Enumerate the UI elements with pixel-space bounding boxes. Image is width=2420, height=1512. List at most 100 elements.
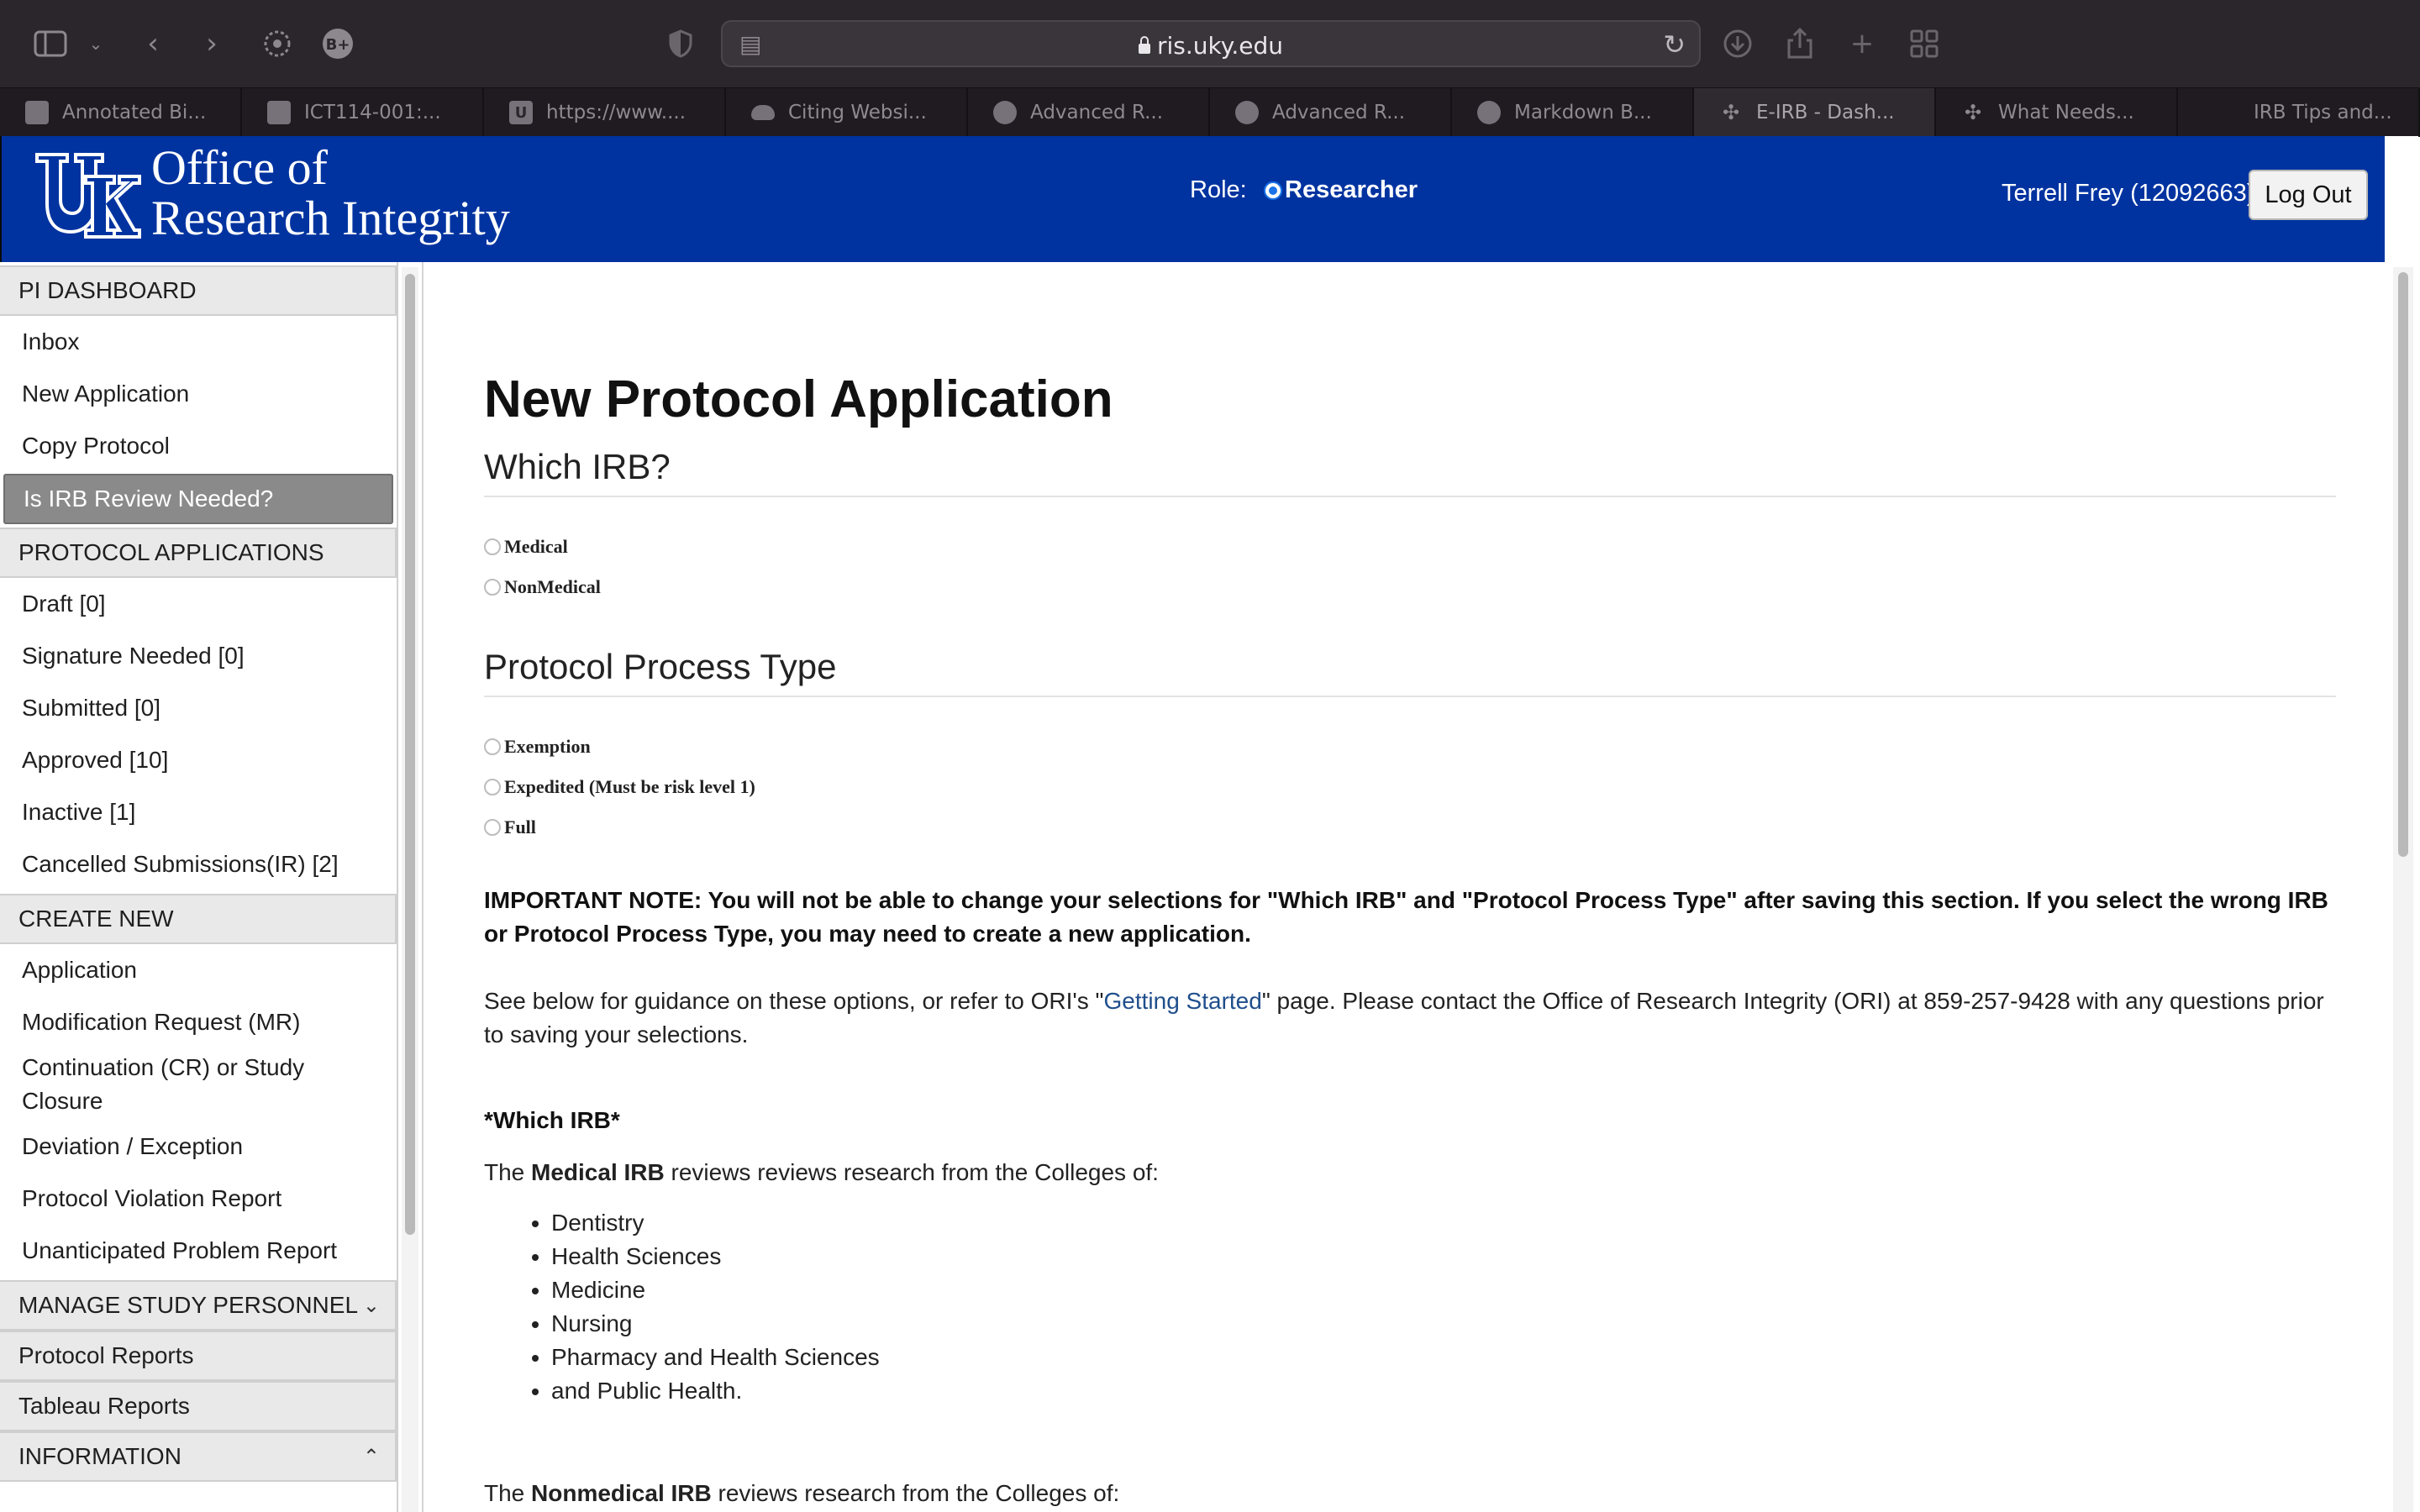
sidebar-item-deviation-exception[interactable]: Deviation / Exception bbox=[0, 1121, 397, 1173]
radio-medical[interactable] bbox=[484, 538, 501, 555]
tab-advanced-r-2[interactable]: Advanced R... bbox=[1210, 88, 1452, 137]
sidebar-item-protocol-reports[interactable]: Protocol Reports bbox=[0, 1331, 397, 1381]
medical-colleges-list: Dentistry Health Sciences Medicine Nursi… bbox=[551, 1206, 880, 1408]
radio-expedited[interactable] bbox=[484, 779, 501, 795]
process-type-heading: Protocol Process Type bbox=[484, 647, 837, 686]
which-irb-subheading: *Which IRB* bbox=[484, 1107, 620, 1133]
sidebar-scrollbar-thumb[interactable] bbox=[405, 274, 415, 1235]
sidebar-item-inbox[interactable]: Inbox bbox=[0, 316, 397, 368]
org-name-line2: Research Integrity bbox=[151, 191, 510, 245]
process-option-expedited[interactable]: Expedited (Must be risk level 1) bbox=[484, 776, 755, 798]
role-value[interactable]: Researcher bbox=[1285, 176, 1418, 204]
list-item: Dentistry bbox=[551, 1206, 880, 1240]
org-name-line1: Office of bbox=[151, 140, 328, 195]
bplus-extension-icon[interactable]: B+ bbox=[319, 25, 356, 62]
share-icon[interactable] bbox=[1781, 25, 1818, 62]
browser-toolbar: ⌄ ‹ › B+ ▤ ris.uky.edu ↻ + bbox=[0, 0, 2420, 87]
tab-citing-websites[interactable]: Citing Websi... bbox=[726, 88, 968, 137]
tab-what-needs[interactable]: ✣ What Needs... bbox=[1936, 88, 2178, 137]
user-name: Terrell Frey (12092663) bbox=[2002, 180, 2255, 207]
sidebar-section-pi-dashboard[interactable]: PI DASHBOARD bbox=[0, 265, 397, 316]
sidebar-item-unanticipated-problem-report[interactable]: Unanticipated Problem Report bbox=[0, 1225, 397, 1277]
main-scrollbar-thumb[interactable] bbox=[2398, 272, 2408, 857]
sidebar-item-approved[interactable]: Approved [10] bbox=[0, 734, 397, 786]
logout-button[interactable]: Log Out bbox=[2249, 170, 2368, 220]
org-name[interactable]: Office of Research Integrity bbox=[151, 143, 510, 244]
list-item: Nursing bbox=[551, 1307, 880, 1341]
irb-option-nonmedical[interactable]: NonMedical bbox=[484, 576, 601, 598]
role-radio-researcher[interactable] bbox=[1264, 181, 1282, 200]
site-header: Office of Research Integrity Role: Resea… bbox=[0, 136, 2385, 262]
tab-irb-tips[interactable]: IRB Tips and... bbox=[2178, 88, 2420, 137]
sidebar-section-create-new[interactable]: CREATE NEW bbox=[0, 894, 397, 944]
sidebar-item-tableau-reports[interactable]: Tableau Reports bbox=[0, 1381, 397, 1431]
nonmedical-irb-intro: The Nonmedical IRB reviews research from… bbox=[484, 1480, 1120, 1506]
process-option-full[interactable]: Full bbox=[484, 816, 536, 838]
divider bbox=[484, 696, 2336, 697]
tab-advanced-r-1[interactable]: Advanced R... bbox=[968, 88, 1210, 137]
sidebar-item-continuation[interactable]: Continuation (CR) or Study Closure bbox=[0, 1048, 336, 1121]
sidebar-item-copy-protocol[interactable]: Copy Protocol bbox=[0, 420, 397, 472]
cloud-favicon-icon bbox=[751, 105, 775, 120]
globe-favicon-icon bbox=[1477, 101, 1501, 124]
sidebar-item-is-irb-review-needed[interactable]: Is IRB Review Needed? bbox=[3, 474, 393, 524]
sidebar-item-protocol-violation-report[interactable]: Protocol Violation Report bbox=[0, 1173, 397, 1225]
sidebar-item-inactive[interactable]: Inactive [1] bbox=[0, 786, 397, 838]
sidebar-item-new-application[interactable]: New Application bbox=[0, 368, 397, 420]
site-favicon-icon bbox=[25, 101, 49, 124]
sidebar-item-submitted[interactable]: Submitted [0] bbox=[0, 682, 397, 734]
sidebar-item-application[interactable]: Application bbox=[0, 944, 397, 996]
uk-favicon-icon: ✣ bbox=[1964, 101, 1982, 124]
sidebar-item-modification-request[interactable]: Modification Request (MR) bbox=[0, 996, 397, 1048]
irb-option-medical[interactable]: Medical bbox=[484, 536, 568, 558]
list-item: Medicine bbox=[551, 1273, 880, 1307]
reload-icon[interactable]: ↻ bbox=[1663, 29, 1686, 60]
sidebar-item-cancelled-submissions[interactable]: Cancelled Submissions(IR) [2] bbox=[0, 838, 397, 890]
sidebar-toggle-icon[interactable] bbox=[32, 25, 69, 62]
list-item: Health Sciences bbox=[551, 1240, 880, 1273]
tab-https-www[interactable]: Uhttps://www.... bbox=[484, 88, 726, 137]
page-title: New Protocol Application bbox=[484, 370, 1113, 428]
tab-annotated-bibliography[interactable]: Annotated Bi... bbox=[0, 88, 242, 137]
back-icon[interactable]: ‹ bbox=[134, 25, 171, 62]
process-option-exemption[interactable]: Exemption bbox=[484, 736, 591, 758]
sidebar-section-information[interactable]: INFORMATION ⌃ bbox=[0, 1431, 397, 1482]
role-label: Role: bbox=[1190, 176, 1247, 203]
sidebar-section-manage-study-personnel[interactable]: MANAGE STUDY PERSONNEL ⌄ bbox=[0, 1280, 397, 1331]
new-tab-icon[interactable]: + bbox=[1844, 25, 1881, 62]
main-scrollbar[interactable] bbox=[2393, 267, 2413, 1512]
address-bar[interactable]: ▤ ris.uky.edu ↻ bbox=[721, 20, 1701, 67]
radio-exemption[interactable] bbox=[484, 738, 501, 755]
main-content: New Protocol Application Which IRB? Medi… bbox=[422, 262, 2390, 1512]
tab-e-irb-dashboard[interactable]: ✣ E-IRB - Dash... bbox=[1694, 88, 1936, 137]
information-label: INFORMATION bbox=[18, 1443, 182, 1469]
forward-icon[interactable]: › bbox=[193, 25, 230, 62]
list-item: Pharmacy and Health Sciences bbox=[551, 1341, 880, 1374]
globe-favicon-icon bbox=[1235, 101, 1259, 124]
download-icon[interactable] bbox=[1719, 25, 1756, 62]
tab-overview-icon[interactable] bbox=[1906, 25, 1943, 62]
which-irb-heading: Which IRB? bbox=[484, 447, 671, 486]
divider bbox=[484, 496, 2336, 497]
sidebar-scrollbar[interactable] bbox=[402, 267, 418, 1512]
chevron-down-icon[interactable]: ⌄ bbox=[77, 25, 114, 62]
privacy-shield-icon[interactable] bbox=[662, 25, 699, 62]
list-item: and Public Health. bbox=[551, 1374, 880, 1408]
sidebar-item-signature-needed[interactable]: Signature Needed [0] bbox=[0, 630, 397, 682]
uk-favicon-icon: ✣ bbox=[1722, 101, 1740, 124]
sidebar-item-draft[interactable]: Draft [0] bbox=[0, 578, 397, 630]
svg-text:B+: B+ bbox=[326, 36, 350, 54]
tab-ict114[interactable]: ICT114-001:... bbox=[242, 88, 484, 137]
medical-irb-intro: The Medical IRB reviews reviews research… bbox=[484, 1159, 1159, 1185]
manage-personnel-label: MANAGE STUDY PERSONNEL bbox=[18, 1292, 359, 1318]
lock-icon bbox=[1139, 36, 1151, 54]
radio-nonmedical[interactable] bbox=[484, 579, 501, 596]
chevron-up-icon: ⌃ bbox=[362, 1445, 380, 1468]
uk-logo-icon bbox=[35, 153, 141, 239]
getting-started-link[interactable]: Getting Started bbox=[1103, 988, 1261, 1014]
sidebar-section-protocol-applications[interactable]: PROTOCOL APPLICATIONS bbox=[0, 528, 397, 578]
extension-icon[interactable] bbox=[259, 25, 296, 62]
radio-full[interactable] bbox=[484, 819, 501, 836]
tab-markdown[interactable]: Markdown B... bbox=[1452, 88, 1694, 137]
globe-favicon-icon bbox=[993, 101, 1017, 124]
